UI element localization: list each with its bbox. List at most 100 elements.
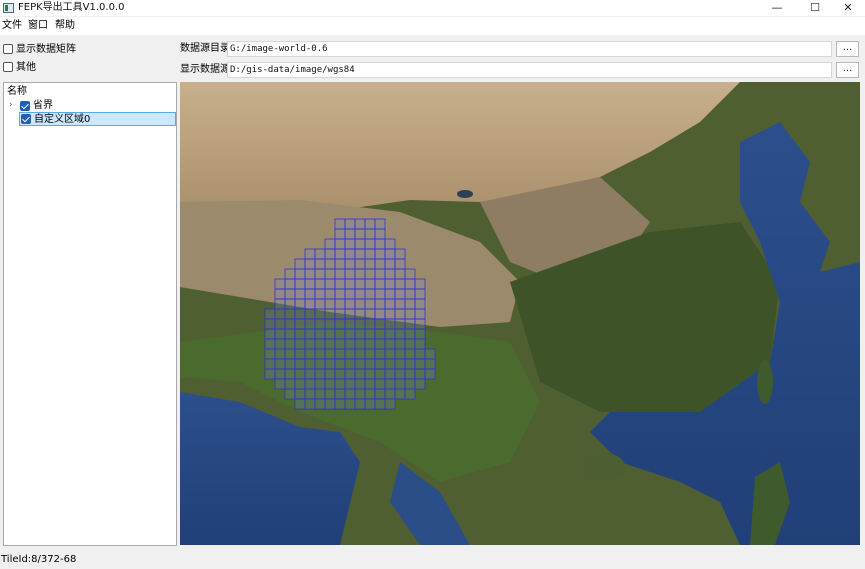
tile-cell[interactable]	[324, 258, 336, 270]
tile-cell[interactable]	[394, 388, 406, 400]
tile-cell[interactable]	[284, 268, 296, 280]
tile-cell[interactable]	[364, 258, 376, 270]
map-view[interactable]	[180, 82, 860, 545]
tile-cell[interactable]	[414, 378, 426, 390]
tile-cell[interactable]	[294, 268, 306, 280]
tile-cell[interactable]	[284, 318, 296, 330]
tile-cell[interactable]	[334, 338, 346, 350]
tile-cell[interactable]	[274, 348, 286, 360]
tile-cell[interactable]	[344, 278, 356, 290]
tile-cell[interactable]	[314, 248, 326, 260]
tile-cell[interactable]	[364, 238, 376, 250]
tile-cell[interactable]	[344, 238, 356, 250]
tile-cell[interactable]	[344, 218, 356, 230]
tile-cell[interactable]	[334, 218, 346, 230]
tile-cell[interactable]	[324, 338, 336, 350]
tile-cell[interactable]	[394, 308, 406, 320]
tile-cell[interactable]	[274, 308, 286, 320]
tile-cell[interactable]	[334, 358, 346, 370]
tile-cell[interactable]	[284, 378, 296, 390]
tile-cell[interactable]	[344, 368, 356, 380]
tile-cell[interactable]	[304, 378, 316, 390]
tile-cell[interactable]	[394, 348, 406, 360]
tile-cell[interactable]	[354, 218, 366, 230]
tile-cell[interactable]	[334, 248, 346, 260]
tile-cell[interactable]	[334, 348, 346, 360]
tile-cell[interactable]	[344, 298, 356, 310]
tile-cell[interactable]	[334, 398, 346, 410]
tile-cell[interactable]	[344, 338, 356, 350]
tile-cell[interactable]	[364, 308, 376, 320]
tile-cell[interactable]	[274, 298, 286, 310]
tile-cell[interactable]	[274, 368, 286, 380]
tile-cell[interactable]	[274, 358, 286, 370]
tile-cell[interactable]	[374, 288, 386, 300]
tile-cell[interactable]	[344, 378, 356, 390]
tile-cell[interactable]	[314, 278, 326, 290]
tile-cell[interactable]	[404, 268, 416, 280]
tile-cell[interactable]	[404, 308, 416, 320]
tile-cell[interactable]	[414, 368, 426, 380]
tile-cell[interactable]	[354, 318, 366, 330]
tile-cell[interactable]	[384, 238, 396, 250]
tile-cell[interactable]	[314, 308, 326, 320]
tile-cell[interactable]	[314, 298, 326, 310]
tile-cell[interactable]	[334, 298, 346, 310]
tile-cell[interactable]	[294, 298, 306, 310]
tile-cell[interactable]	[344, 308, 356, 320]
tile-cell[interactable]	[354, 248, 366, 260]
tile-cell[interactable]	[364, 398, 376, 410]
tile-cell[interactable]	[334, 268, 346, 280]
tile-cell[interactable]	[344, 248, 356, 260]
tile-cell[interactable]	[314, 288, 326, 300]
tile-cell[interactable]	[374, 248, 386, 260]
tile-cell[interactable]	[344, 258, 356, 270]
tile-cell[interactable]	[394, 358, 406, 370]
tile-cell[interactable]	[394, 288, 406, 300]
tile-cell[interactable]	[374, 398, 386, 410]
tile-cell[interactable]	[304, 328, 316, 340]
tile-cell[interactable]	[334, 228, 346, 240]
tile-cell[interactable]	[364, 358, 376, 370]
tile-cell[interactable]	[404, 298, 416, 310]
tile-cell[interactable]	[264, 328, 276, 340]
tile-cell[interactable]	[364, 318, 376, 330]
tile-cell[interactable]	[404, 348, 416, 360]
tile-cell[interactable]	[304, 368, 316, 380]
tree-item-province[interactable]: › 省界	[4, 99, 176, 113]
tile-cell[interactable]	[404, 378, 416, 390]
tile-cell[interactable]	[354, 338, 366, 350]
display-source-browse-button[interactable]: ...	[836, 62, 859, 78]
tile-cell[interactable]	[364, 348, 376, 360]
tile-cell[interactable]	[374, 318, 386, 330]
tile-cell[interactable]	[414, 288, 426, 300]
tile-cell[interactable]	[304, 288, 316, 300]
tile-cell[interactable]	[354, 238, 366, 250]
tile-cell[interactable]	[424, 368, 436, 380]
menu-file[interactable]: 文件	[1, 19, 23, 33]
expand-arrow-icon[interactable]: ›	[9, 99, 13, 112]
tile-cell[interactable]	[304, 298, 316, 310]
tile-cell[interactable]	[334, 238, 346, 250]
tile-cell[interactable]	[384, 398, 396, 410]
show-matrix-checkbox[interactable]	[3, 44, 13, 54]
tile-cell[interactable]	[304, 318, 316, 330]
tile-cell[interactable]	[374, 258, 386, 270]
tile-cell[interactable]	[354, 298, 366, 310]
tile-cell[interactable]	[354, 288, 366, 300]
tile-cell[interactable]	[364, 268, 376, 280]
tile-cell[interactable]	[384, 328, 396, 340]
tile-cell[interactable]	[354, 258, 366, 270]
tile-cell[interactable]	[374, 338, 386, 350]
data-dir-browse-button[interactable]: ...	[836, 41, 859, 57]
tile-cell[interactable]	[354, 278, 366, 290]
tile-cell[interactable]	[394, 278, 406, 290]
tile-cell[interactable]	[394, 268, 406, 280]
tile-cell[interactable]	[304, 308, 316, 320]
tile-cell[interactable]	[404, 388, 416, 400]
tile-cell[interactable]	[294, 378, 306, 390]
tile-cell[interactable]	[294, 338, 306, 350]
tile-cell[interactable]	[304, 338, 316, 350]
tile-cell[interactable]	[394, 328, 406, 340]
tile-cell[interactable]	[374, 228, 386, 240]
